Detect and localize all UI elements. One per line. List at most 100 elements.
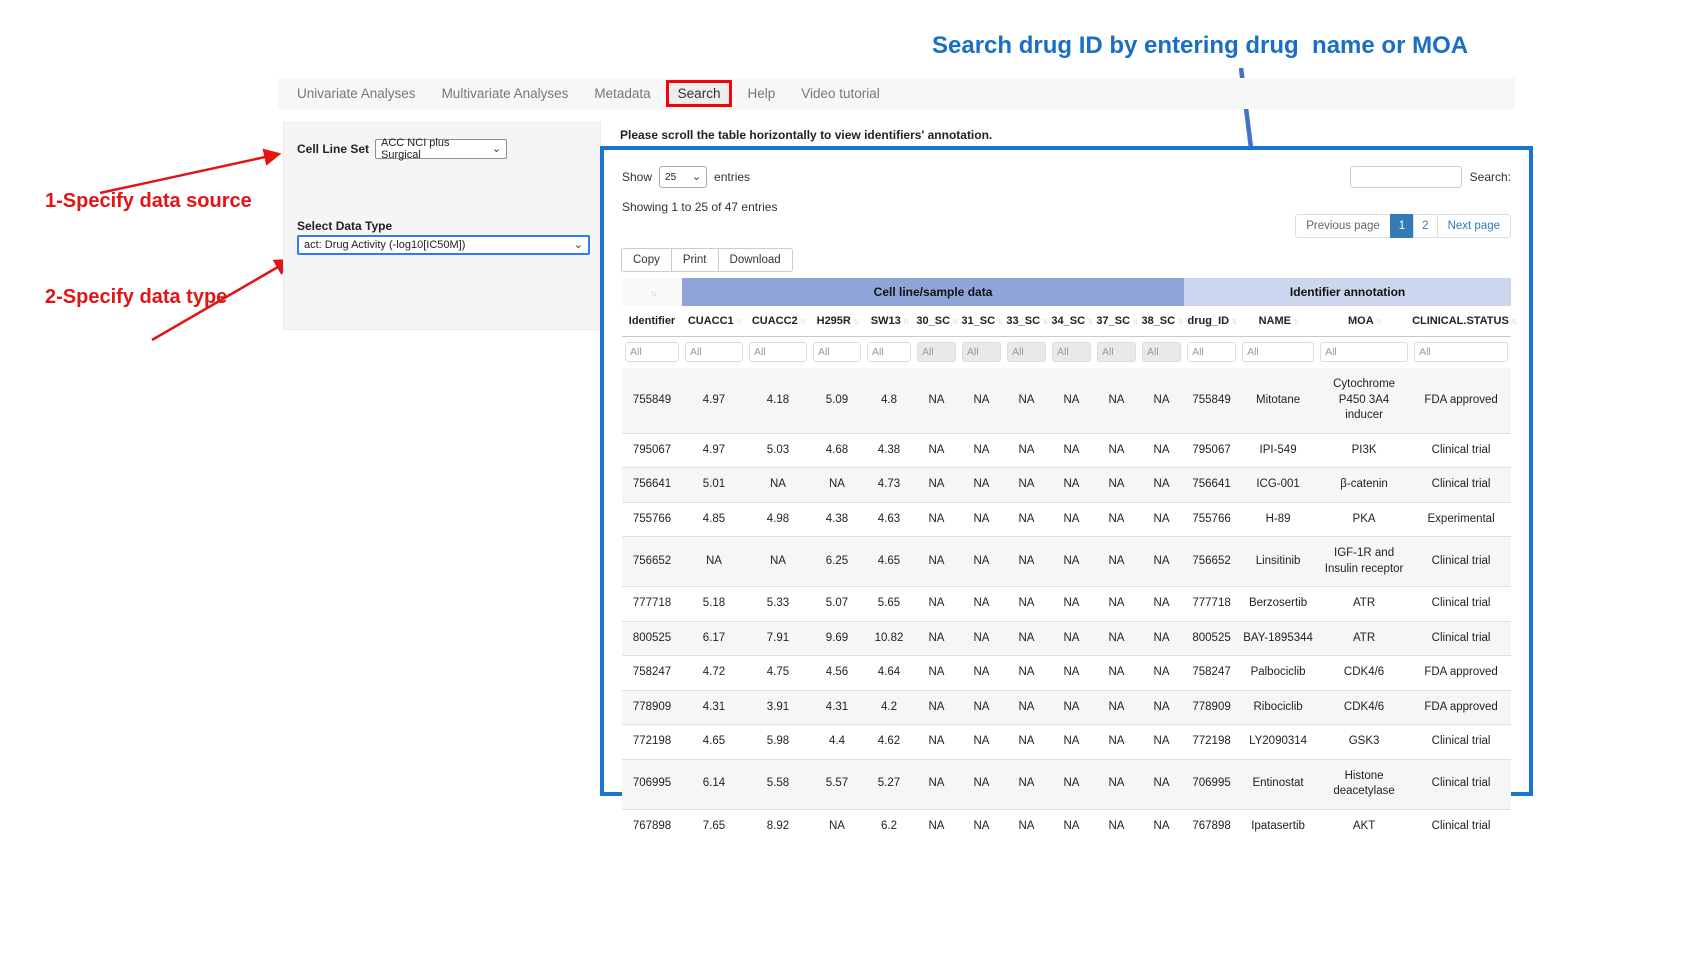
column-header-33-sc[interactable]: 33_SC↑↓ [1004,306,1049,337]
table-cell: 772198 [622,725,682,760]
table-cell: 5.09 [810,368,864,433]
column-header-34-sc[interactable]: 34_SC↑↓ [1049,306,1094,337]
table-cell: 9.69 [810,621,864,656]
sort-icon[interactable]: ↑↓ [1087,316,1092,326]
sort-icon[interactable]: ↑↓ [853,316,858,326]
page-length-select[interactable]: 25 ⌄ [659,166,707,188]
column-header-37-sc[interactable]: 37_SC↑↓ [1094,306,1139,337]
table-cell: 756641 [622,468,682,503]
group-header-blank[interactable]: ↑↓ [622,278,682,306]
nav-item-video-tutorial[interactable]: Video tutorial [788,80,893,107]
table-row: 756652NANA6.254.65NANANANANANA756652Lins… [622,537,1511,587]
sort-icon[interactable]: ↑↓ [800,316,805,326]
filter-input-cuacc2[interactable] [749,342,807,362]
table-cell: 4.65 [864,537,914,587]
page: Search drug ID by entering drug name or … [0,0,1700,956]
table-cell: 4.97 [682,433,746,468]
sort-icon[interactable]: ↑↓ [1376,316,1381,326]
column-header-38-sc[interactable]: 38_SC↑↓ [1139,306,1184,337]
table-cell: Entinostat [1239,759,1317,809]
column-header-cuacc2[interactable]: CUACC2↑↓ [746,306,810,337]
filter-input-name[interactable] [1242,342,1314,362]
table-cell: NA [959,587,1004,622]
table-cell: 4.85 [682,502,746,537]
sort-icon[interactable]: ↑↓ [952,316,957,326]
table-cell: NA [959,621,1004,656]
print-button[interactable]: Print [671,248,719,272]
sort-icon[interactable]: ↑↓ [736,316,741,326]
sort-icon[interactable]: ↑↓ [997,316,1002,326]
table-cell: NA [1139,468,1184,503]
table-cell: 4.38 [864,433,914,468]
nav-item-help[interactable]: Help [734,80,788,107]
table-cell: NA [1049,759,1094,809]
table-cell: NA [746,468,810,503]
sort-icon[interactable]: ↑↓ [1177,316,1182,326]
column-header-identifier[interactable]: Identifier [622,306,682,337]
column-header-name[interactable]: NAME↑↓ [1239,306,1317,337]
next-page-button[interactable]: Next page [1437,214,1511,238]
sort-icon[interactable]: ↑↓ [1132,316,1137,326]
table-cell: AKT [1317,809,1411,843]
table-cell: NA [959,809,1004,843]
filter-input-identifier[interactable] [625,342,679,362]
table-cell: 3.91 [746,690,810,725]
sort-icon[interactable]: ↑↓ [651,288,656,298]
column-header-cuacc1[interactable]: CUACC1↑↓ [682,306,746,337]
table-cell: Clinical trial [1411,587,1511,622]
nav-item-univariate-analyses[interactable]: Univariate Analyses [284,80,429,107]
sort-icon[interactable]: ↑↓ [1042,316,1047,326]
search-input[interactable] [1350,166,1462,188]
previous-page-button[interactable]: Previous page [1295,214,1391,238]
nav-item-metadata[interactable]: Metadata [581,80,663,107]
table-cell: NA [1004,587,1049,622]
table-cell: ATR [1317,621,1411,656]
pagination: Previous page 1 2 Next page [1296,214,1511,238]
table-cell: NA [1094,656,1139,691]
sort-icon[interactable]: ↑↓ [1231,316,1236,326]
table-cell: NA [1049,502,1094,537]
table-cell: 5.27 [864,759,914,809]
table-row: 7557664.854.984.384.63NANANANANANA755766… [622,502,1511,537]
filter-input-cuacc1[interactable] [685,342,743,362]
table-cell: GSK3 [1317,725,1411,760]
table-cell: NA [1049,725,1094,760]
copy-button[interactable]: Copy [621,248,672,272]
table-cell: Clinical trial [1411,433,1511,468]
table-cell: 5.01 [682,468,746,503]
table-cell: 8.92 [746,809,810,843]
table-cell: 755766 [1184,502,1239,537]
filter-input-moa[interactable] [1320,342,1408,362]
table-cell: 4.73 [864,468,914,503]
table-cell: 6.17 [682,621,746,656]
sort-icon[interactable]: ↑↓ [903,316,908,326]
column-header-sw13[interactable]: SW13↑↓ [864,306,914,337]
filter-input-h295r[interactable] [813,342,861,362]
download-button[interactable]: Download [718,248,793,272]
filter-input-clinical-status[interactable] [1414,342,1508,362]
column-header-moa[interactable]: MOA↑↓ [1317,306,1411,337]
column-header-drug-id[interactable]: drug_ID↑↓ [1184,306,1239,337]
column-header-h295r[interactable]: H295R↑↓ [810,306,864,337]
sort-icon[interactable]: ↑↓ [1511,316,1516,326]
cell-line-set-select[interactable]: ACC NCI plus Surgical ⌄ [375,139,507,159]
table-cell: NA [914,809,959,843]
nav-item-multivariate-analyses[interactable]: Multivariate Analyses [429,80,582,107]
table-cell: Clinical trial [1411,725,1511,760]
nav-item-search[interactable]: Search [666,80,733,107]
results-table: ↑↓Cell line/sample dataIdentifier annota… [622,278,1511,843]
column-header-30-sc[interactable]: 30_SC↑↓ [914,306,959,337]
column-header-clinical-status[interactable]: CLINICAL.STATUS↑↓ [1411,306,1511,337]
data-type-select[interactable]: act: Drug Activity (-log10[IC50M]) ⌄ [297,235,590,255]
column-header-31-sc[interactable]: 31_SC↑↓ [959,306,1004,337]
table-cell: 5.58 [746,759,810,809]
table-cell: NA [1004,368,1049,433]
filter-input-sw13[interactable] [867,342,911,362]
table-cell: NA [1139,759,1184,809]
table-cell: NA [1004,809,1049,843]
filter-input-drug-id[interactable] [1187,342,1236,362]
page-2-button[interactable]: 2 [1413,214,1437,238]
filter-row [622,337,1511,369]
sort-icon[interactable]: ↑↓ [1293,316,1298,326]
page-1-button[interactable]: 1 [1390,214,1414,238]
